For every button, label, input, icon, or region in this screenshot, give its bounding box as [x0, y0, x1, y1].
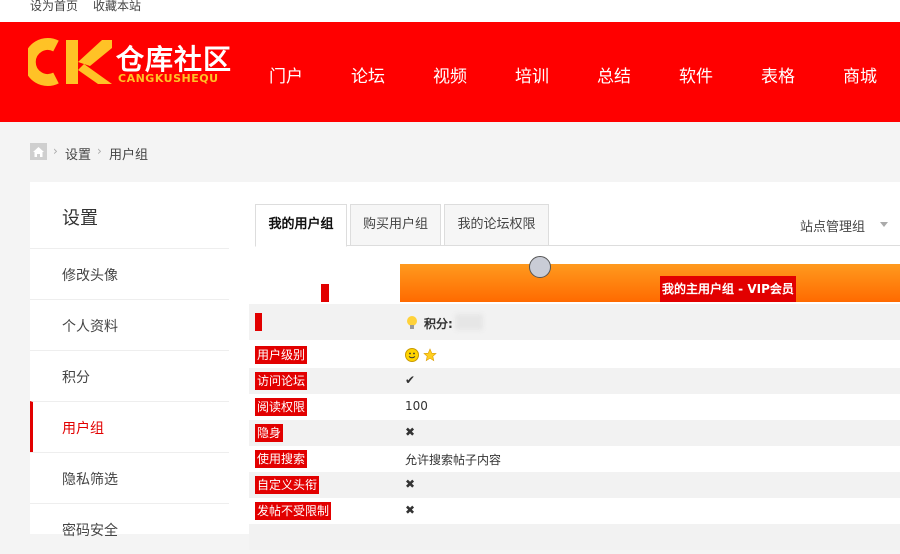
sidebar-item-profile[interactable]: 个人资料: [30, 299, 229, 350]
row-label: 访问论坛: [255, 372, 308, 390]
row-label: 阅读权限: [255, 398, 308, 416]
sidebar-item-credits[interactable]: 积分: [30, 350, 229, 401]
set-homepage-link[interactable]: 设为首页: [30, 0, 78, 14]
tab-forum-permissions[interactable]: 我的论坛权限: [444, 204, 549, 246]
nav-item-software[interactable]: 软件: [679, 62, 713, 87]
logo-text-en: CANGKUSHEQU: [118, 72, 219, 85]
table-row: 隐身 ✖: [249, 420, 900, 446]
sidebar-item-privacy[interactable]: 隐私筛选: [30, 452, 229, 503]
row-label: 使用搜索: [255, 450, 308, 468]
sidebar-item-label: 个人资料: [62, 319, 118, 335]
sidebar-item-label: 修改头像: [62, 268, 118, 284]
cross-icon: ✖: [405, 477, 416, 491]
nav-item-forum[interactable]: 论坛: [351, 62, 385, 87]
table-row: [249, 524, 900, 550]
group-header-title: 我的主用户组 - VIP会员: [660, 276, 796, 302]
row-marker: [255, 313, 262, 331]
sidebar-item-avatar[interactable]: 修改头像: [30, 248, 229, 299]
score-row: 积分:: [249, 304, 900, 340]
site-admin-label: 站点管理组: [800, 220, 866, 235]
table-row: 发帖不受限制 ✖: [249, 498, 900, 524]
nav-item-spreadsheet[interactable]: 表格: [761, 62, 795, 87]
drag-handle-circle[interactable]: [529, 256, 551, 278]
breadcrumb-settings[interactable]: 设置: [65, 144, 91, 163]
top-utility-bar: 设为首页 收藏本站: [0, 0, 900, 22]
sidebar-title: 设置: [62, 208, 98, 229]
score-label: 积分:: [424, 317, 453, 331]
table-row: 自定义头衔 ✖: [249, 472, 900, 498]
smiley-icon: [405, 347, 419, 362]
main-panel: 我的用户组 购买用户组 我的论坛权限 站点管理组 我的主用户组 - VIP会员 …: [229, 182, 900, 550]
star-icon: [423, 347, 437, 361]
row-value: [405, 347, 437, 362]
cross-icon: ✖: [405, 503, 416, 517]
sidebar-item-label: 积分: [62, 370, 90, 386]
row-value: 允许搜索帖子内容: [405, 453, 502, 467]
tab-buy-usergroup[interactable]: 购买用户组: [350, 204, 441, 246]
table-header-left: [249, 264, 399, 302]
nav-item-mall[interactable]: 商城: [843, 62, 877, 87]
group-header-bar: 我的主用户组 - VIP会员: [400, 264, 900, 302]
row-value: 100: [405, 399, 428, 413]
home-icon[interactable]: [30, 143, 47, 160]
site-admin-dropdown[interactable]: 站点管理组: [800, 216, 888, 235]
breadcrumb-separator: ›: [53, 144, 58, 158]
settings-sidebar: 设置 修改头像 个人资料 积分 用户组 隐私筛选 密码安全: [30, 182, 229, 539]
lightbulb-icon: [407, 316, 417, 329]
chevron-down-icon: [880, 222, 888, 227]
breadcrumb-separator: ›: [97, 144, 102, 158]
table-row: 用户级别: [249, 342, 900, 368]
table-row: 访问论坛 ✔: [249, 368, 900, 394]
ck-logo-icon: [28, 38, 112, 86]
row-label: 用户级别: [255, 346, 308, 364]
score-value-blurred: [455, 314, 483, 330]
sidebar-item-label: 密码安全: [62, 523, 118, 539]
nav-item-training[interactable]: 培训: [515, 62, 549, 87]
nav-item-summary[interactable]: 总结: [597, 62, 631, 87]
breadcrumb-usergroup[interactable]: 用户组: [109, 144, 148, 163]
row-label: 发帖不受限制: [255, 502, 332, 520]
sidebar-item-label: 隐私筛选: [62, 472, 118, 488]
tab-my-usergroup[interactable]: 我的用户组: [255, 204, 347, 247]
row-label: 自定义头衔: [255, 476, 320, 494]
header-marker: [321, 284, 329, 302]
cross-icon: ✖: [405, 425, 416, 439]
nav-item-portal[interactable]: 门户: [269, 62, 303, 87]
table-row: 阅读权限 100: [249, 394, 900, 420]
site-logo[interactable]: 仓库社区 CANGKUSHEQU: [28, 38, 233, 88]
row-label: 隐身: [255, 424, 284, 442]
table-row: 使用搜索 允许搜索帖子内容: [249, 446, 900, 472]
sidebar-item-label: 用户组: [62, 421, 104, 437]
sidebar-item-usergroup[interactable]: 用户组: [30, 401, 229, 452]
bookmark-site-link[interactable]: 收藏本站: [93, 0, 141, 14]
sidebar-item-password[interactable]: 密码安全: [30, 503, 229, 554]
nav-item-video[interactable]: 视频: [433, 62, 467, 87]
check-icon: ✔: [405, 373, 416, 387]
site-header: 仓库社区 CANGKUSHEQU 门户 论坛 视频 培训 总结 软件 表格 商城: [0, 22, 900, 122]
